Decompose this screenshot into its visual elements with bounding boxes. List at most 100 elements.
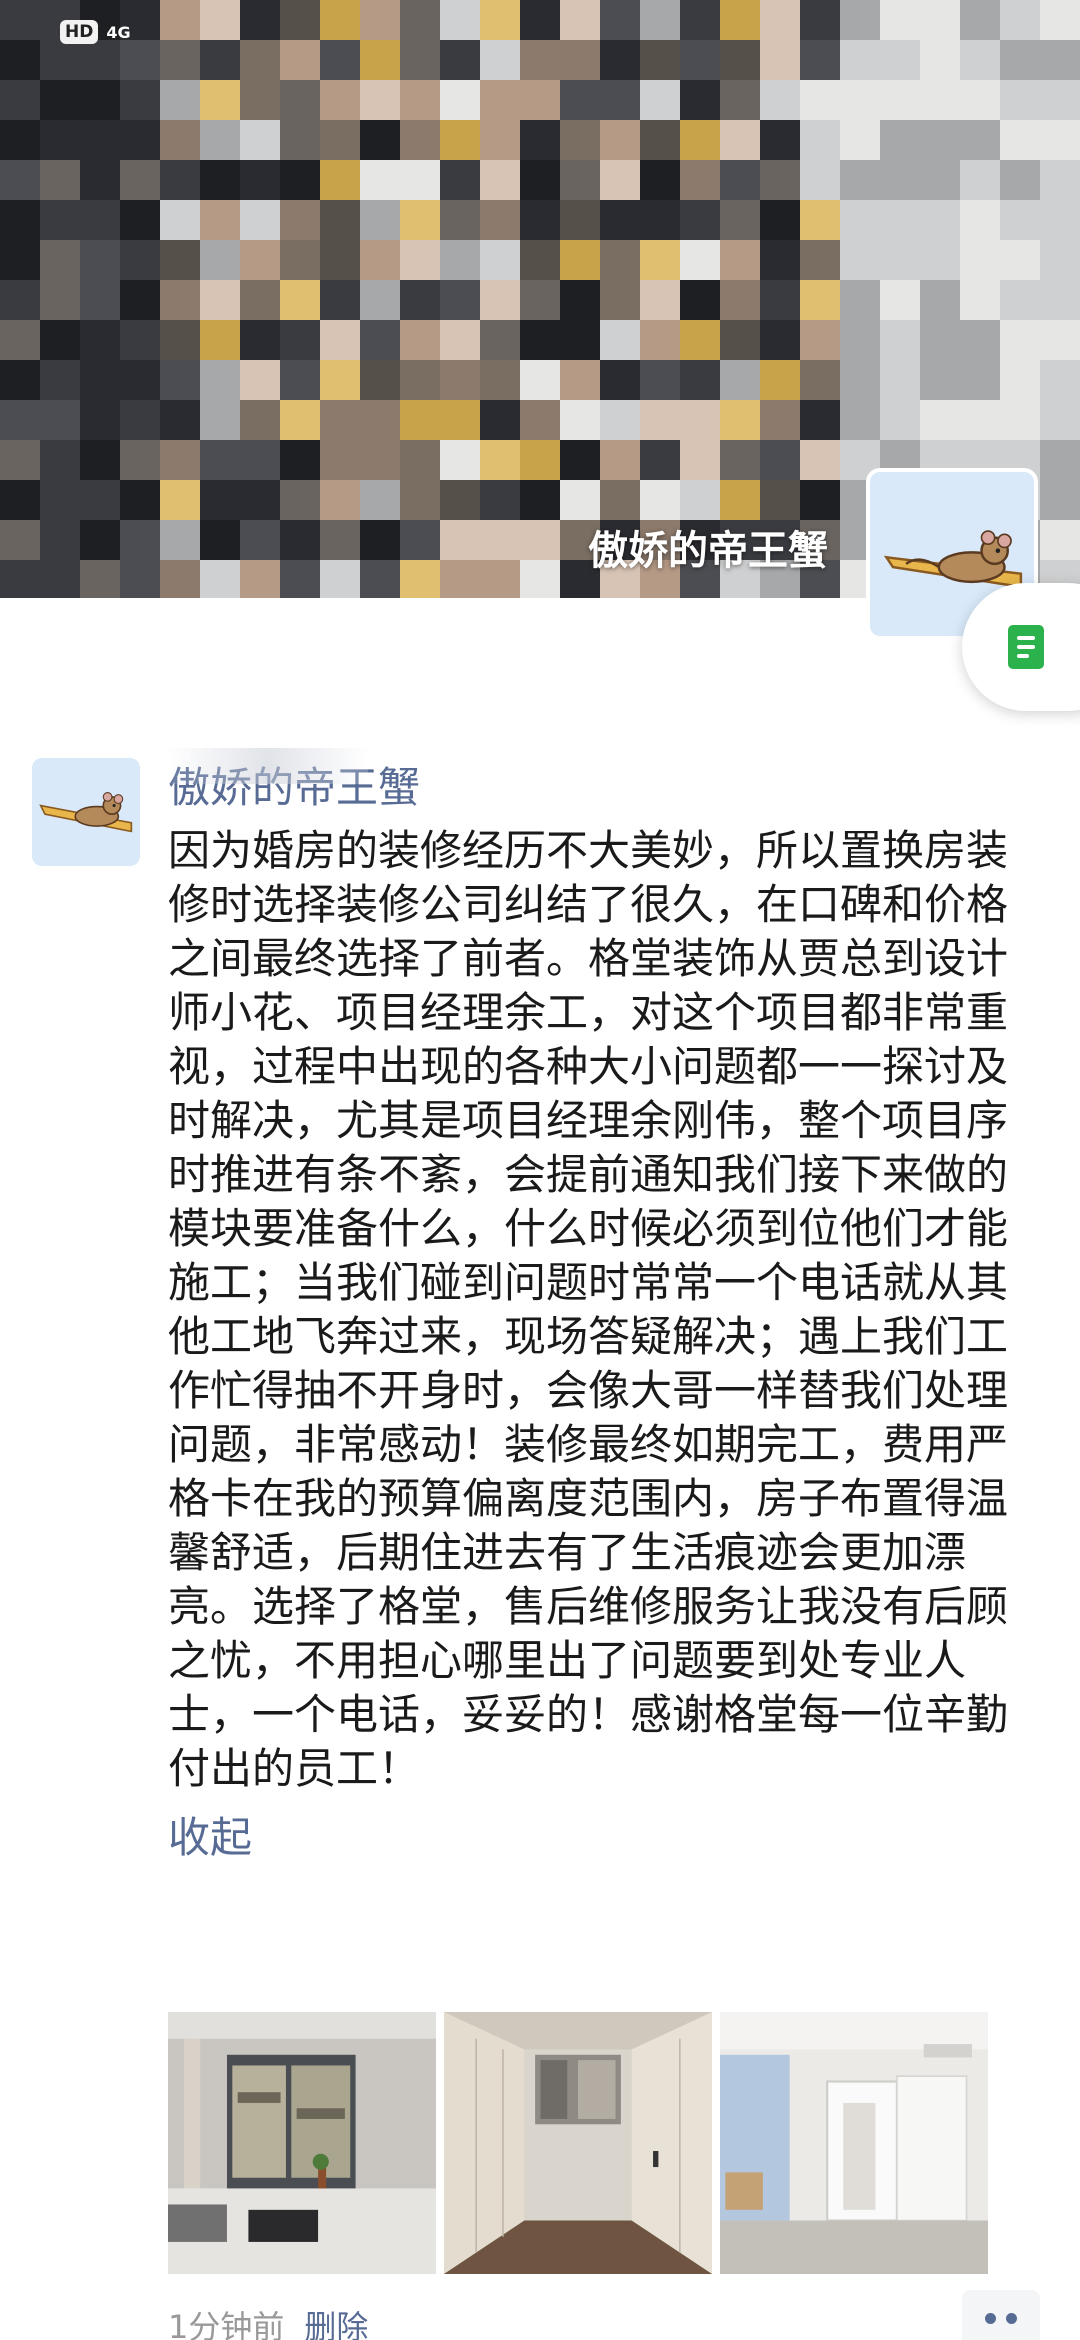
mosaic-cell: [80, 160, 120, 200]
mosaic-cell: [880, 40, 920, 80]
mosaic-cell: [960, 40, 1000, 80]
bedroom-photo: [720, 2012, 988, 2274]
mosaic-cell: [920, 0, 960, 40]
mosaic-cell: [560, 0, 600, 40]
mosaic-cell: [120, 120, 160, 160]
mosaic-cell: [600, 200, 640, 240]
mosaic-cell: [320, 360, 360, 400]
mosaic-cell: [200, 40, 240, 80]
mosaic-cell: [680, 200, 720, 240]
mosaic-cell: [280, 360, 320, 400]
mosaic-cell: [280, 400, 320, 440]
mosaic-cell: [400, 400, 440, 440]
mosaic-cell: [160, 200, 200, 240]
post-avatar[interactable]: [32, 758, 140, 866]
mosaic-cell: [320, 280, 360, 320]
mosaic-cell: [440, 440, 480, 480]
mosaic-cell: [840, 160, 880, 200]
mosaic-cell: [840, 400, 880, 440]
mosaic-cell: [520, 480, 560, 520]
mosaic-cell: [480, 120, 520, 160]
mosaic-cell: [240, 200, 280, 240]
mosaic-cell: [40, 200, 80, 240]
mosaic-cell: [440, 520, 480, 560]
mosaic-cell: [1000, 280, 1040, 320]
mosaic-cell: [240, 240, 280, 280]
mosaic-cell: [640, 0, 680, 40]
post-photo[interactable]: [720, 2012, 988, 2274]
mosaic-cell: [280, 120, 320, 160]
mosaic-cell: [560, 80, 600, 120]
mosaic-cell: [440, 40, 480, 80]
mosaic-cell: [600, 280, 640, 320]
delete-link[interactable]: 删除: [304, 2302, 368, 2340]
mosaic-cell: [240, 280, 280, 320]
mosaic-cell: [480, 0, 520, 40]
mosaic-cell: [160, 240, 200, 280]
mosaic-cell: [360, 400, 400, 440]
mosaic-cell: [1000, 400, 1040, 440]
mosaic-cell: [1040, 280, 1080, 320]
mosaic-cell: [320, 40, 360, 80]
float-document-button[interactable]: [962, 583, 1080, 711]
mosaic-cell: [680, 400, 720, 440]
mosaic-cell: [720, 120, 760, 160]
mosaic-cell: [400, 320, 440, 360]
mosaic-cell: [720, 0, 760, 40]
collapse-link[interactable]: 收起: [168, 1810, 1018, 1866]
mosaic-cell: [320, 200, 360, 240]
mosaic-cell: [800, 240, 840, 280]
more-actions-button[interactable]: [962, 2290, 1040, 2340]
mosaic-cell: [280, 320, 320, 360]
mosaic-cell: [1000, 0, 1040, 40]
mosaic-cell: [440, 360, 480, 400]
mosaic-cell: [760, 120, 800, 160]
mosaic-cell: [800, 320, 840, 360]
mosaic-cell: [920, 40, 960, 80]
mosaic-cell: [120, 560, 160, 598]
mosaic-cell: [160, 400, 200, 440]
mosaic-cell: [1040, 200, 1080, 240]
mosaic-cell: [800, 360, 840, 400]
mosaic-cell: [120, 80, 160, 120]
mosaic-cell: [320, 560, 360, 598]
post-photo[interactable]: [444, 2012, 712, 2274]
mosaic-cell: [400, 360, 440, 400]
mosaic-cell: [920, 200, 960, 240]
mosaic-cell: [920, 320, 960, 360]
mosaic-cell: [600, 400, 640, 440]
mosaic-cell: [0, 520, 40, 560]
mosaic-cell: [440, 280, 480, 320]
mosaic-cell: [360, 320, 400, 360]
cartoon-mouse-avatar-icon: [39, 792, 133, 833]
living-room-photo: [168, 2012, 436, 2274]
mosaic-cell: [600, 240, 640, 280]
mosaic-cell: [200, 400, 240, 440]
mosaic-cell: [1000, 120, 1040, 160]
post-photo[interactable]: [168, 2012, 436, 2274]
mosaic-cell: [800, 480, 840, 520]
photo-grid: [168, 2012, 988, 2274]
mosaic-cell: [680, 280, 720, 320]
mosaic-cell: [520, 280, 560, 320]
mosaic-cell: [80, 440, 120, 480]
mosaic-cell: [760, 40, 800, 80]
mosaic-cell: [440, 120, 480, 160]
mosaic-cell: [200, 0, 240, 40]
mosaic-cell: [200, 80, 240, 120]
mosaic-cell: [80, 520, 120, 560]
mosaic-cell: [760, 440, 800, 480]
mosaic-cell: [1040, 360, 1080, 400]
mosaic-cell: [1040, 120, 1080, 160]
post-content: 因为婚房的装修经历不大美妙，所以置换房装修时选择装修公司纠结了很久，在口碑和价格…: [168, 826, 1009, 1793]
mosaic-cell: [40, 120, 80, 160]
mosaic-cell: [400, 160, 440, 200]
mosaic-cell: [520, 440, 560, 480]
mosaic-cell: [760, 480, 800, 520]
mosaic-cell: [680, 440, 720, 480]
mosaic-cell: [0, 40, 40, 80]
mosaic-cell: [160, 280, 200, 320]
mosaic-cell: [160, 480, 200, 520]
cover-username: 傲娇的帝王蟹: [588, 528, 828, 574]
mosaic-cell: [1040, 80, 1080, 120]
